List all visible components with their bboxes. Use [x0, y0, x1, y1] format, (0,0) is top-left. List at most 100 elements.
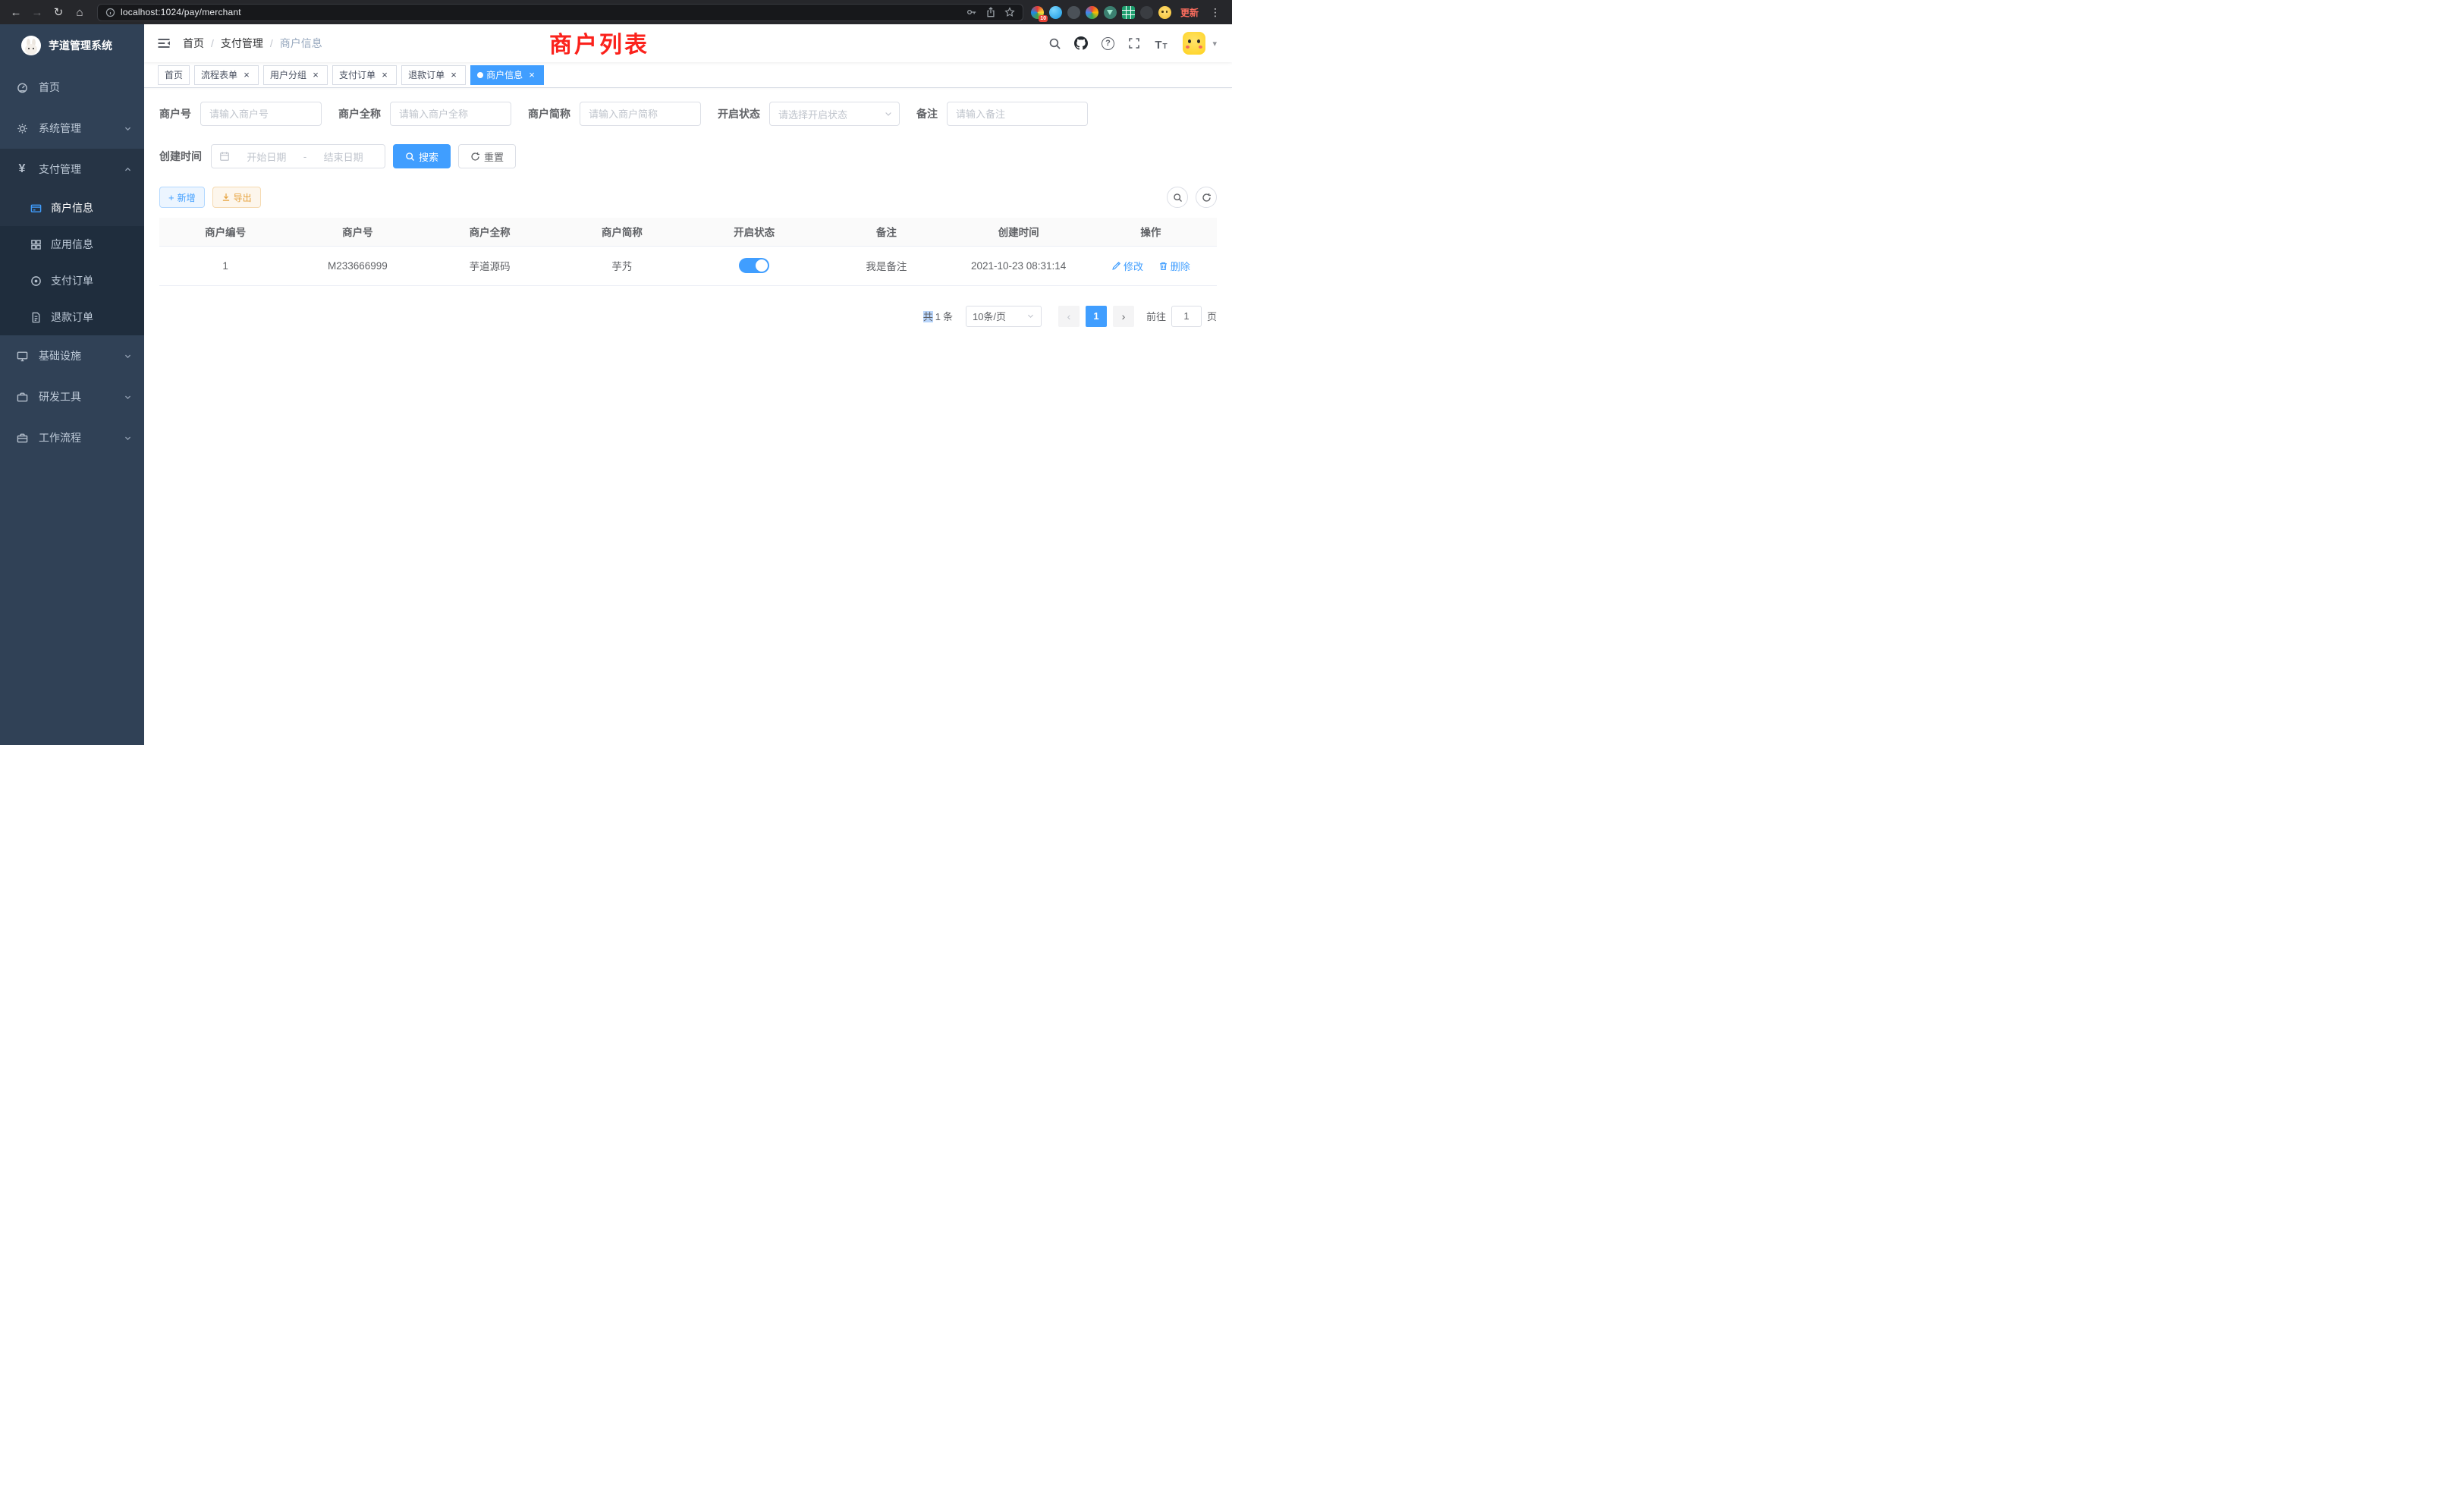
font-size-icon[interactable]: TT	[1153, 36, 1168, 51]
extension-icon-google[interactable]	[1086, 6, 1098, 19]
sidebar-subitem-pay-order[interactable]: 支付订单	[0, 262, 144, 299]
tab-user-group[interactable]: 用户分组 ×	[263, 65, 328, 85]
right-toolbar	[1167, 187, 1217, 208]
filter-status: 开启状态 请选择开启状态	[718, 102, 900, 126]
search-icon[interactable]	[1047, 36, 1062, 51]
tab-merchant-info[interactable]: 商户信息 ×	[470, 65, 544, 85]
bookmark-star-icon[interactable]	[1004, 7, 1015, 17]
extension-icon-dark[interactable]	[1067, 6, 1080, 19]
sidebar-subitem-refund-order[interactable]: 退款订单	[0, 299, 144, 335]
github-icon[interactable]	[1073, 36, 1089, 51]
status-toggle[interactable]	[739, 258, 769, 273]
avatar-caret-down-icon[interactable]: ▾	[1212, 39, 1217, 49]
fullscreen-icon[interactable]	[1127, 36, 1142, 51]
help-icon[interactable]: ?	[1100, 36, 1115, 51]
cell-create-time: 2021-10-23 08:31:14	[953, 246, 1085, 285]
status-select-placeholder: 请选择开启状态	[778, 107, 847, 121]
toggle-search-button[interactable]	[1167, 187, 1188, 208]
sidebar-subitem-merchant-info[interactable]: 商户信息	[0, 190, 144, 226]
app-logo[interactable]: 芋道管理系统	[0, 24, 144, 67]
filter-create-time: 创建时间 开始日期 - 结束日期	[159, 144, 385, 168]
close-icon[interactable]: ×	[526, 70, 537, 80]
sidebar-item-payment[interactable]: ¥ 支付管理	[0, 149, 144, 190]
filter-short-name: 商户简称	[528, 102, 701, 126]
tab-pay-order[interactable]: 支付订单 ×	[332, 65, 397, 85]
close-icon[interactable]: ×	[379, 70, 390, 80]
browser-home-icon[interactable]: ⌂	[70, 3, 90, 21]
sidebar-item-workflow[interactable]: 工作流程	[0, 417, 144, 458]
browser-update-button[interactable]: 更新	[1180, 6, 1199, 19]
close-icon[interactable]: ×	[448, 70, 459, 80]
sidebar-item-dev-tools[interactable]: 研发工具	[0, 376, 144, 417]
table-row[interactable]: 1 M233666999 芋道源码 芋艿 我是备注 2021-10-23 08:…	[159, 246, 1217, 285]
edit-button[interactable]: 修改	[1111, 259, 1143, 273]
browser-back-icon[interactable]: ←	[6, 3, 26, 21]
chevron-down-icon	[124, 393, 132, 401]
sidebar-item-infrastructure[interactable]: 基础设施	[0, 335, 144, 376]
search-button-label: 搜索	[419, 149, 438, 164]
browser-menu-icon[interactable]: ⋮	[1208, 6, 1223, 19]
goto-page-input[interactable]	[1171, 306, 1202, 327]
filter-row-2: 创建时间 开始日期 - 结束日期 搜索 重置	[159, 144, 1217, 168]
close-icon[interactable]: ×	[241, 70, 252, 80]
document-icon	[29, 312, 42, 323]
page-size-select[interactable]: 10条/页	[966, 306, 1042, 327]
tab-label: 支付订单	[339, 68, 376, 81]
user-avatar[interactable]	[1183, 32, 1205, 55]
target-circle-icon	[29, 275, 42, 287]
close-icon[interactable]: ×	[310, 70, 321, 80]
page-1-button[interactable]: 1	[1086, 306, 1107, 327]
sidebar-item-home[interactable]: 首页	[0, 67, 144, 108]
font-size-small-glyph: T	[1163, 43, 1168, 51]
tab-process-form[interactable]: 流程表单 ×	[194, 65, 259, 85]
cell-short-name: 芋艿	[556, 246, 688, 285]
add-button[interactable]: + 新增	[159, 187, 205, 208]
plus-icon: +	[168, 193, 174, 203]
breadcrumb: 首页 / 支付管理 / 商户信息	[183, 36, 322, 51]
tab-refund-order[interactable]: 退款订单 ×	[401, 65, 466, 85]
extension-icon-pinwheel[interactable]	[1140, 6, 1153, 19]
sidebar-subitem-app-info[interactable]: 应用信息	[0, 226, 144, 262]
status-select[interactable]: 请选择开启状态	[769, 102, 900, 126]
password-key-icon[interactable]	[966, 7, 977, 17]
reset-button-label: 重置	[484, 149, 504, 164]
short-name-input[interactable]	[580, 102, 701, 126]
browser-profile-avatar[interactable]	[1158, 6, 1171, 19]
browser-reload-icon[interactable]: ↻	[49, 3, 68, 21]
sidebar-item-label: 工作流程	[39, 430, 124, 445]
page-suffix-label: 页	[1207, 309, 1217, 323]
create-time-range-picker[interactable]: 开始日期 - 结束日期	[211, 144, 385, 168]
next-page-button[interactable]: ›	[1113, 306, 1134, 327]
tab-home[interactable]: 首页	[158, 65, 190, 85]
extension-icon-blue-drop[interactable]	[1049, 6, 1062, 19]
extension-icon-vue-devtools[interactable]	[1104, 6, 1117, 19]
short-name-label: 商户简称	[528, 106, 570, 121]
export-button[interactable]: 导出	[212, 187, 261, 208]
search-button[interactable]: 搜索	[393, 144, 451, 168]
merchant-no-label: 商户号	[159, 106, 191, 121]
site-info-icon[interactable]	[105, 8, 115, 17]
breadcrumb-payment[interactable]: 支付管理	[221, 36, 263, 51]
tab-label: 退款订单	[408, 68, 445, 81]
breadcrumb-home[interactable]: 首页	[183, 36, 204, 51]
share-icon[interactable]	[985, 7, 996, 17]
reset-button[interactable]: 重置	[458, 144, 516, 168]
sidebar-item-system[interactable]: 系统管理	[0, 108, 144, 149]
total-prefix: 共	[923, 311, 933, 322]
filter-full-name: 商户全称	[338, 102, 511, 126]
navbar-actions: ? TT ▾	[1047, 32, 1217, 55]
refresh-button[interactable]	[1196, 187, 1217, 208]
tab-label: 商户信息	[486, 68, 523, 81]
browser-forward-icon[interactable]: →	[27, 3, 47, 21]
hamburger-fold-icon[interactable]	[156, 36, 171, 51]
extension-icon-table[interactable]	[1122, 6, 1135, 19]
full-name-input[interactable]	[390, 102, 511, 126]
prev-page-button[interactable]: ‹	[1058, 306, 1080, 327]
sidebar-item-label: 支付管理	[39, 162, 124, 177]
merchant-no-input[interactable]	[200, 102, 322, 126]
total-count: 1	[935, 311, 941, 322]
remark-input[interactable]	[947, 102, 1088, 126]
url-bar[interactable]: localhost:1024/pay/merchant	[97, 4, 1023, 21]
delete-button[interactable]: 删除	[1158, 259, 1190, 273]
extension-icon-colorful[interactable]: 10	[1031, 6, 1044, 19]
